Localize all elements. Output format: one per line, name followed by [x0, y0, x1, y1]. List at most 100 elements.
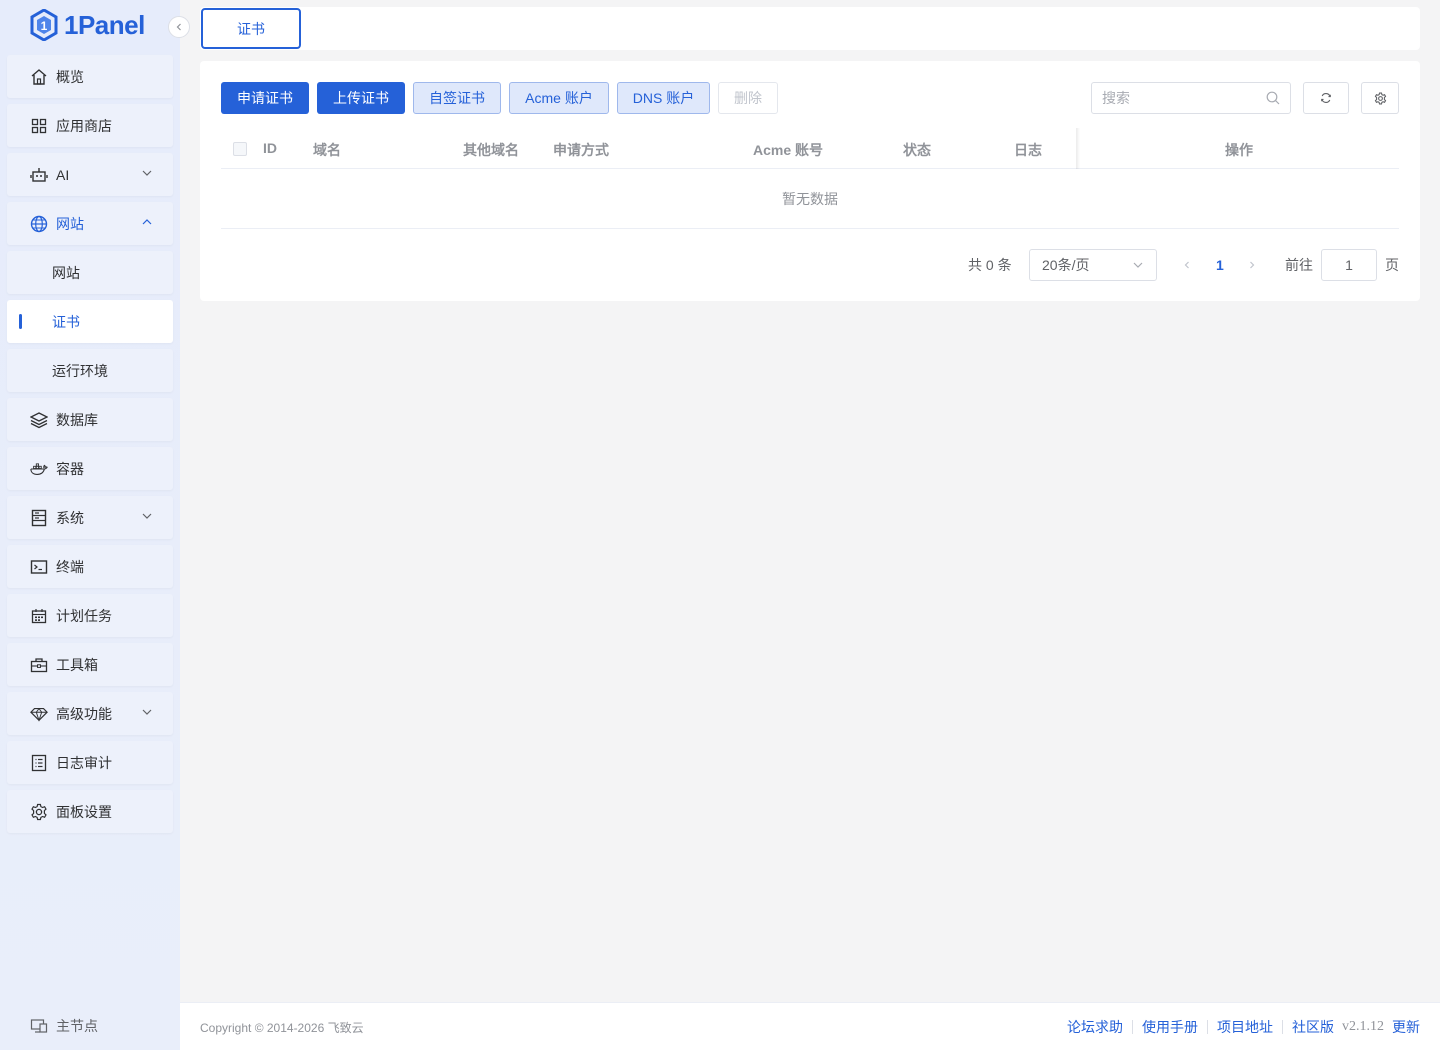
toolbox-icon [30, 656, 48, 674]
logo-text: 1Panel [64, 9, 145, 40]
sidebar-item-cron[interactable]: 计划任务 [7, 594, 173, 637]
goto-page-input[interactable]: 1 [1321, 249, 1377, 281]
chevron-left-icon [1184, 261, 1189, 269]
forum-link[interactable]: 论坛求助 [1067, 1017, 1123, 1037]
divider [1132, 1020, 1133, 1034]
delete-button[interactable]: 删除 [718, 82, 778, 114]
sidebar-item-label: 应用商店 [56, 117, 112, 134]
goto-page-value: 1 [1345, 257, 1353, 273]
table-settings-button[interactable] [1361, 82, 1399, 114]
robot-icon [30, 166, 48, 184]
project-link[interactable]: 项目地址 [1217, 1017, 1273, 1037]
chevron-right-icon [1250, 261, 1255, 269]
column-header-domain: 域名 [313, 142, 341, 158]
acme-account-button[interactable]: Acme 账户 [509, 82, 609, 114]
tab-certificate[interactable]: 证书 [201, 8, 301, 49]
node-switcher[interactable]: 主节点 [30, 1016, 98, 1036]
calendar-icon [30, 607, 48, 625]
sidebar-item-toolbox[interactable]: 工具箱 [7, 643, 173, 686]
update-link[interactable]: 更新 [1392, 1017, 1420, 1037]
sidebar-item-label: 高级功能 [56, 705, 112, 722]
sidebar-item-container[interactable]: 容器 [7, 447, 173, 490]
table-header: ID 域名 其他域名 申请方式 Acme 账号 状态 日志 操作 [221, 128, 1399, 169]
page-suffix: 页 [1385, 257, 1399, 273]
globe-icon [30, 215, 48, 233]
page-size-select[interactable]: 20条/页 [1029, 249, 1157, 281]
layers-icon [30, 411, 48, 429]
prev-page-button[interactable] [1182, 249, 1192, 281]
divider [1207, 1020, 1208, 1034]
terminal-icon [30, 558, 48, 576]
copyright-text: Copyright © 2014-2026 飞致云 [200, 1021, 364, 1035]
column-header-status: 状态 [903, 142, 931, 158]
dns-account-button[interactable]: DNS 账户 [617, 82, 710, 114]
sidebar-item-label: 证书 [52, 313, 80, 330]
sidebar-item-label: 工具箱 [56, 656, 98, 673]
sidebar-item-system[interactable]: 系统 [7, 496, 173, 539]
page-number-current[interactable]: 1 [1216, 249, 1224, 281]
sidebar-item-overview[interactable]: 概览 [7, 55, 173, 98]
docker-icon [30, 460, 48, 478]
search-icon [1266, 91, 1280, 105]
sidebar: 1 1Panel 概览 应用商店 AI 网站 网站 证书 运行环境 数据库 容器… [0, 0, 180, 1050]
refresh-button[interactable] [1303, 82, 1349, 114]
version-text: v2.1.12 [1342, 1019, 1384, 1034]
svg-text:1: 1 [41, 19, 48, 33]
search-box[interactable] [1091, 82, 1291, 114]
collapse-sidebar-button[interactable] [168, 16, 190, 38]
logo[interactable]: 1 1Panel [30, 8, 145, 42]
sidebar-item-certificate[interactable]: 证书 [7, 300, 173, 343]
sidebar-item-ai[interactable]: AI [7, 153, 173, 196]
sidebar-item-app-store[interactable]: 应用商店 [7, 104, 173, 147]
empty-text: 暂无数据 [782, 190, 838, 207]
tab-label: 证书 [237, 20, 265, 37]
column-header-apply-method: 申请方式 [553, 142, 609, 158]
chevron-down-icon [142, 513, 152, 519]
column-header-other-domains: 其他域名 [463, 142, 519, 158]
search-input[interactable] [1102, 90, 1252, 106]
sidebar-item-terminal[interactable]: 终端 [7, 545, 173, 588]
sidebar-item-label: 日志审计 [56, 754, 112, 771]
apply-certificate-button[interactable]: 申请证书 [221, 82, 309, 114]
sidebar-item-advanced[interactable]: 高级功能 [7, 692, 173, 735]
footer-links: 论坛求助 使用手册 项目地址 社区版 v2.1.12 更新 [1067, 1017, 1420, 1037]
gear-icon [1374, 92, 1386, 104]
sidebar-item-panel-settings[interactable]: 面板设置 [7, 790, 173, 833]
refresh-icon [1321, 93, 1331, 103]
column-header-actions: 操作 [1225, 142, 1253, 158]
column-header-log: 日志 [1014, 142, 1042, 158]
home-icon [30, 68, 48, 86]
fixed-column-divider [1076, 128, 1080, 169]
upload-certificate-button[interactable]: 上传证书 [317, 82, 405, 114]
sidebar-item-label: 网站 [52, 264, 80, 281]
sidebar-item-label: 概览 [56, 68, 84, 85]
sidebar-item-label: 面板设置 [56, 803, 112, 820]
node-label: 主节点 [56, 1018, 98, 1034]
diamond-icon [30, 705, 48, 723]
divider [1282, 1020, 1283, 1034]
sidebar-item-log-audit[interactable]: 日志审计 [7, 741, 173, 784]
next-page-button[interactable] [1247, 249, 1257, 281]
edition-link[interactable]: 社区版 [1292, 1017, 1334, 1037]
sidebar-item-label: AI [56, 166, 70, 183]
page-size-value: 20条/页 [1042, 257, 1090, 273]
select-all-checkbox[interactable] [233, 142, 247, 156]
sidebar-item-website[interactable]: 网站 [7, 251, 173, 294]
pagination-total: 共 0 条 [968, 257, 1012, 273]
table-empty-state: 暂无数据 [221, 169, 1399, 229]
sidebar-item-website-group[interactable]: 网站 [7, 202, 173, 245]
sidebar-item-label: 系统 [56, 509, 84, 526]
document-list-icon [30, 754, 48, 772]
sidebar-item-label: 容器 [56, 460, 84, 477]
gear-icon [30, 803, 48, 821]
server-icon [30, 509, 48, 527]
footer: Copyright © 2014-2026 飞致云 论坛求助 使用手册 项目地址… [180, 1002, 1440, 1050]
self-signed-certificate-button[interactable]: 自签证书 [413, 82, 501, 114]
manual-link[interactable]: 使用手册 [1142, 1017, 1198, 1037]
chevron-down-icon [142, 709, 152, 715]
sidebar-item-database[interactable]: 数据库 [7, 398, 173, 441]
certificate-panel: 申请证书 上传证书 自签证书 Acme 账户 DNS 账户 删除 ID 域名 其… [200, 61, 1420, 301]
sidebar-item-runtime[interactable]: 运行环境 [7, 349, 173, 392]
sidebar-item-label: 计划任务 [56, 607, 112, 624]
chevron-up-icon [142, 219, 152, 225]
